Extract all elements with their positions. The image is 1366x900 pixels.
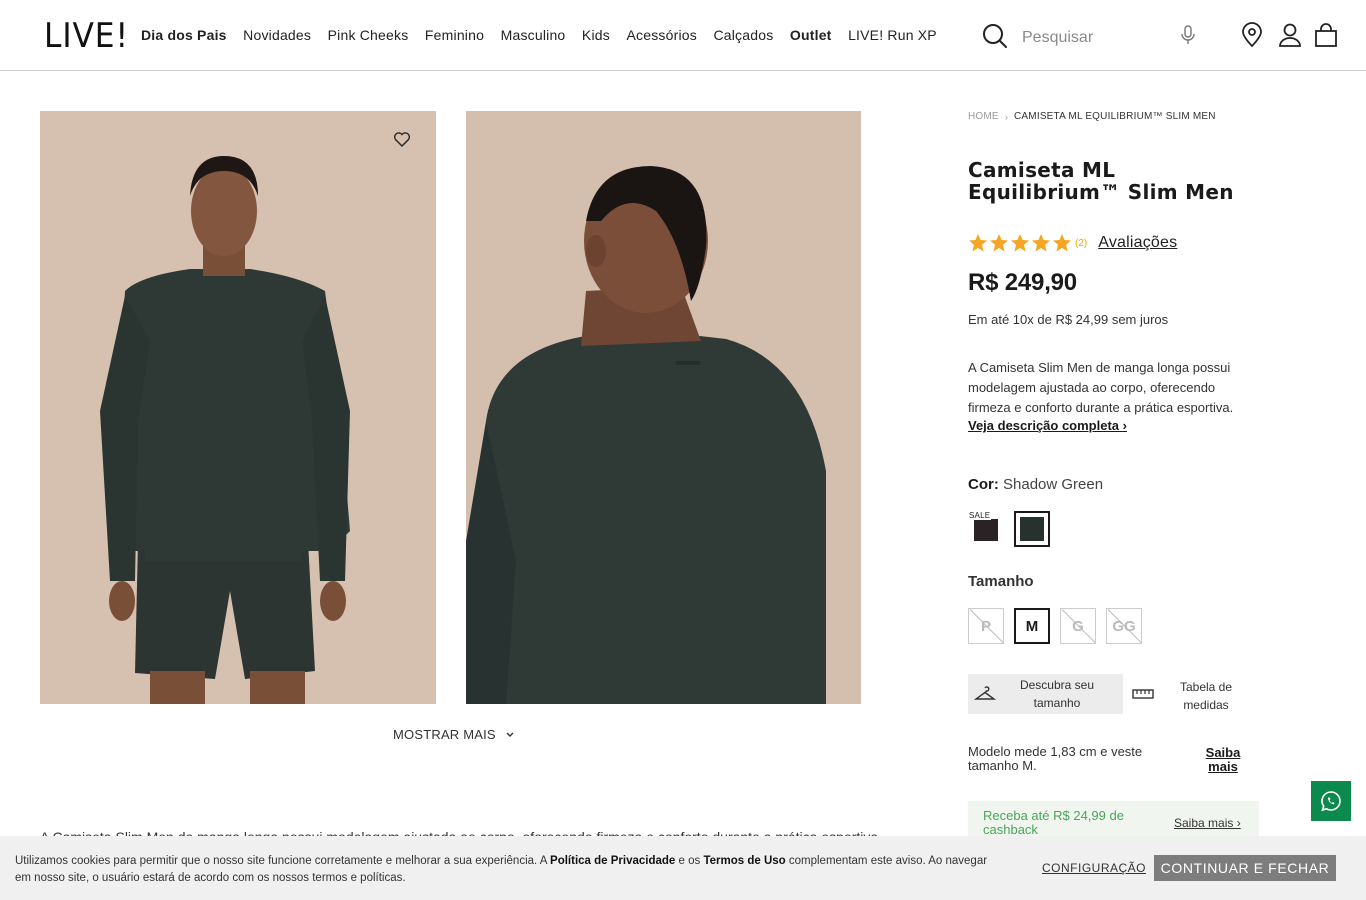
size-table-button[interactable]: Tabela de medidas bbox=[1132, 678, 1262, 714]
breadcrumb-home[interactable]: HOME bbox=[968, 111, 999, 122]
whatsapp-button[interactable] bbox=[1311, 781, 1351, 821]
discover-size-button[interactable]: Descubra seu tamanho bbox=[968, 674, 1123, 714]
chevron-down-icon bbox=[506, 732, 514, 737]
cookie-text-mid: e os bbox=[675, 855, 704, 867]
nav-item-feminino[interactable]: Feminino bbox=[425, 27, 484, 43]
nav-item-outlet[interactable]: Outlet bbox=[790, 27, 832, 43]
swatch-color-box bbox=[1020, 517, 1044, 541]
star-icon bbox=[1032, 234, 1050, 252]
color-value: Shadow Green bbox=[1003, 476, 1104, 493]
cashback-text: Receba até R$ 24,99 de cashback bbox=[983, 808, 1124, 837]
breadcrumb-separator-icon: › bbox=[1004, 111, 1009, 122]
microphone-icon[interactable] bbox=[1175, 22, 1201, 48]
main-nav: Dia dos Pais Novidades Pink Cheeks Femin… bbox=[141, 27, 953, 43]
logo[interactable]: LIVE! bbox=[44, 17, 129, 55]
shopping-bag-icon[interactable] bbox=[1313, 22, 1339, 48]
location-pin-icon[interactable] bbox=[1239, 22, 1265, 48]
discover-size-label: Descubra seu tamanho bbox=[1019, 678, 1095, 710]
nav-item-live-run-xp[interactable]: LIVE! Run XP bbox=[848, 27, 937, 43]
sale-badge: SALE bbox=[968, 511, 992, 520]
full-description-link[interactable]: Veja descrição completa › bbox=[968, 418, 1127, 433]
product-image-back[interactable] bbox=[466, 111, 861, 704]
installments-info: Em até 10x de R$ 24,99 sem juros bbox=[968, 312, 1169, 327]
show-more-button[interactable]: MOSTRAR MAIS bbox=[393, 727, 514, 742]
model-more-link[interactable]: Saiba mais bbox=[1198, 746, 1248, 774]
product-price: R$ 249,90 bbox=[968, 269, 1077, 296]
nav-item-kids[interactable]: Kids bbox=[582, 27, 610, 43]
color-label: Cor: Shadow Green bbox=[968, 476, 1103, 493]
cookie-text-start: Utilizamos cookies para permitir que o n… bbox=[15, 855, 551, 867]
cookie-message: Utilizamos cookies para permitir que o n… bbox=[15, 853, 1005, 887]
star-icon bbox=[1011, 234, 1029, 252]
size-option-p[interactable]: P bbox=[968, 608, 1004, 644]
nav-item-acessorios[interactable]: Acessórios bbox=[626, 27, 696, 43]
short-description: A Camiseta Slim Men de manga longa possu… bbox=[968, 360, 1234, 415]
user-icon[interactable] bbox=[1277, 22, 1303, 48]
product-image-front[interactable] bbox=[40, 111, 436, 704]
nav-item-calcados[interactable]: Calçados bbox=[713, 27, 773, 43]
nav-item-novidades[interactable]: Novidades bbox=[243, 27, 311, 43]
nav-item-masculino[interactable]: Masculino bbox=[501, 27, 566, 43]
site-header: LIVE! Dia dos Pais Novidades Pink Cheeks… bbox=[0, 0, 1366, 71]
model-info: Modelo mede 1,83 cm e veste tamanho M. bbox=[968, 744, 1143, 773]
size-option-g[interactable]: G bbox=[1060, 608, 1096, 644]
cashback-banner: Receba até R$ 24,99 de cashback Saiba ma… bbox=[968, 801, 1259, 841]
heart-icon[interactable] bbox=[393, 130, 411, 148]
star-icon bbox=[1053, 234, 1071, 252]
cookie-banner: Utilizamos cookies para permitir que o n… bbox=[0, 836, 1366, 900]
breadcrumb: HOME › CAMISETA ML EQUILIBRIUM™ SLIM MEN bbox=[968, 111, 1216, 122]
search-icon[interactable] bbox=[982, 23, 1008, 49]
hanger-icon bbox=[974, 686, 996, 700]
cashback-more-link[interactable]: Saiba mais › bbox=[1174, 816, 1241, 830]
color-swatch-sale[interactable]: SALE bbox=[968, 511, 1004, 547]
swatch-color-box bbox=[974, 519, 998, 541]
color-swatch-shadow-green[interactable] bbox=[1014, 511, 1050, 547]
nav-item-dia-dos-pais[interactable]: Dia dos Pais bbox=[141, 27, 227, 43]
terms-of-use-link[interactable]: Termos de Uso bbox=[703, 855, 785, 867]
nav-item-pink-cheeks[interactable]: Pink Cheeks bbox=[328, 27, 409, 43]
size-table-label: Tabela de medidas bbox=[1179, 680, 1233, 712]
privacy-policy-link[interactable]: Política de Privacidade bbox=[550, 855, 675, 867]
cookie-accept-button[interactable]: CONTINUAR E FECHAR bbox=[1154, 855, 1336, 881]
ruler-icon bbox=[1132, 689, 1154, 699]
product-title: Camiseta ML Equilibrium™ Slim Men bbox=[968, 158, 1234, 204]
whatsapp-icon bbox=[1321, 791, 1341, 812]
rating-count: (2) bbox=[1075, 237, 1088, 249]
size-option-gg[interactable]: GG bbox=[1106, 608, 1142, 644]
breadcrumb-current: CAMISETA ML EQUILIBRIUM™ SLIM MEN bbox=[1014, 111, 1216, 122]
size-option-m[interactable]: M bbox=[1014, 608, 1050, 644]
color-label-title: Cor: bbox=[968, 476, 999, 493]
cookie-config-link[interactable]: CONFIGURAÇÃO bbox=[1042, 861, 1146, 875]
star-icon bbox=[990, 234, 1008, 252]
size-label: Tamanho bbox=[968, 573, 1034, 590]
reviews-link[interactable]: Avaliações bbox=[1098, 234, 1177, 252]
star-icon bbox=[969, 234, 987, 252]
search-input[interactable] bbox=[1022, 24, 1172, 52]
show-more-label: MOSTRAR MAIS bbox=[393, 727, 496, 742]
product-rating: (2) Avaliações bbox=[968, 233, 1177, 253]
